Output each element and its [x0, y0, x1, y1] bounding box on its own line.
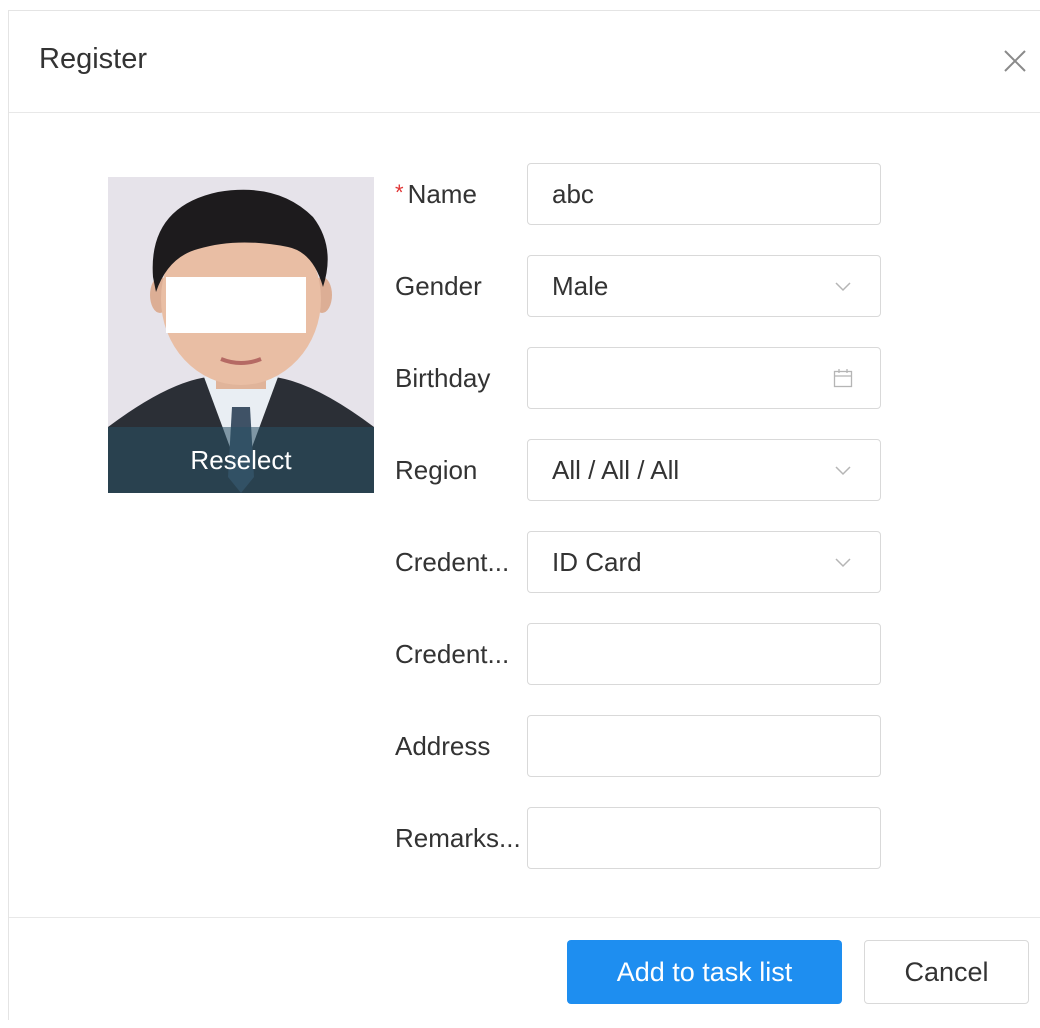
- gender-value: Male: [552, 270, 609, 301]
- remarks-input[interactable]: [527, 807, 881, 869]
- remarks-label: Remarks...: [395, 822, 521, 853]
- gender-select[interactable]: Male: [527, 255, 881, 317]
- required-mark: *: [395, 180, 404, 205]
- address-input[interactable]: [527, 715, 881, 777]
- chevron-down-icon: [835, 558, 851, 568]
- gender-label: Gender: [395, 270, 482, 301]
- region-label: Region: [395, 454, 478, 485]
- chevron-down-icon: [835, 466, 851, 476]
- region-value: All / All / All: [552, 454, 680, 485]
- address-label: Address: [395, 730, 491, 761]
- calendar-icon[interactable]: [832, 367, 854, 389]
- credential-type-label: Credent...: [395, 546, 510, 577]
- reselect-button[interactable]: Reselect: [108, 427, 374, 493]
- face-photo[interactable]: Reselect: [108, 177, 374, 493]
- cancel-button[interactable]: Cancel: [864, 940, 1029, 1004]
- credential-number-input[interactable]: [527, 623, 881, 685]
- region-select[interactable]: All / All / All: [527, 439, 881, 501]
- name-label-text: Name: [407, 178, 477, 209]
- name-label: * Name: [395, 163, 527, 225]
- credential-type-value: ID Card: [552, 546, 642, 577]
- dialog-footer: Add to task list Cancel: [9, 917, 1040, 1028]
- dialog-title: Register: [39, 43, 147, 75]
- credential-type-select[interactable]: ID Card: [527, 531, 881, 593]
- register-dialog: Register Reselect * Name abc Gender Male…: [8, 10, 1040, 1020]
- credential-number-label: Credent...: [395, 638, 510, 669]
- dialog-header: Register: [9, 11, 1040, 113]
- name-value: abc: [552, 178, 594, 209]
- close-icon[interactable]: [1001, 47, 1029, 75]
- birthday-input[interactable]: [527, 347, 881, 409]
- add-to-task-list-button[interactable]: Add to task list: [567, 940, 842, 1004]
- chevron-down-icon: [835, 282, 851, 292]
- name-input[interactable]: abc: [527, 163, 881, 225]
- birthday-label: Birthday: [395, 362, 491, 393]
